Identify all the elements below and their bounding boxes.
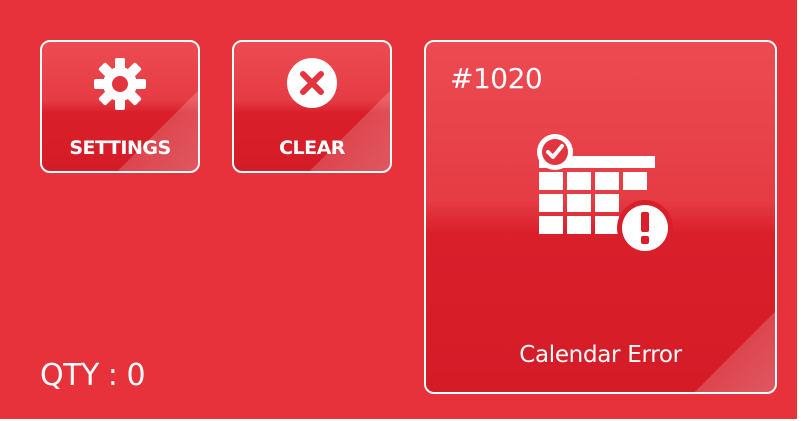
- order-icon-wrap: [426, 134, 775, 264]
- clear-button[interactable]: CLEAR: [232, 40, 392, 173]
- settings-button[interactable]: SETTINGS: [40, 40, 200, 173]
- settings-icon-wrap: [42, 56, 198, 112]
- tile-sheen: [655, 272, 775, 392]
- clear-label: CLEAR: [279, 137, 345, 159]
- order-status-label: Calendar Error: [519, 342, 682, 368]
- order-number: #1020: [450, 62, 543, 95]
- close-circle-icon: [287, 58, 337, 108]
- order-panel: SETTINGS CLEAR #1020 Calendar Error QTY …: [0, 0, 801, 421]
- gear-icon: [94, 58, 146, 110]
- clear-icon-wrap: [234, 56, 390, 110]
- calendar-error-icon: [536, 134, 673, 256]
- quantity-label: QTY : 0: [40, 358, 146, 393]
- order-tile[interactable]: #1020 Calendar Error: [424, 40, 777, 394]
- settings-label: SETTINGS: [69, 137, 171, 159]
